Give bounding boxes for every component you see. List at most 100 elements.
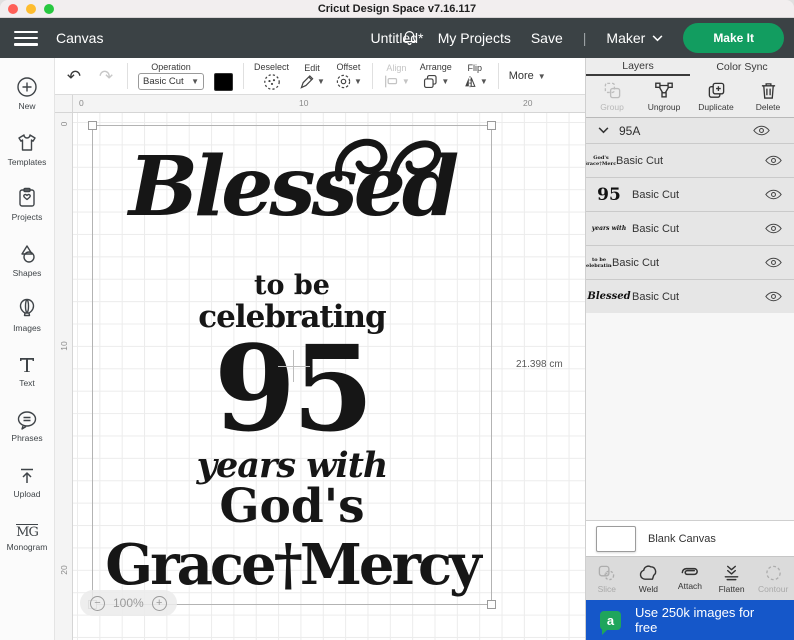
color-swatch[interactable] (214, 73, 233, 91)
zoom-control: − 100% + (80, 590, 177, 616)
more-button[interactable]: More ▼ (509, 70, 546, 82)
eye-icon (753, 125, 770, 136)
menu-icon[interactable] (14, 31, 38, 46)
layer-row-to-be-celebrating[interactable]: to be celebrating Basic Cut (586, 245, 794, 279)
canvas-column: ↶ ↷ Operation Basic Cut ▼ Deselect (55, 58, 585, 640)
balloon-icon (17, 298, 37, 320)
layer-thumbnail: years with (586, 225, 632, 232)
operation-select[interactable]: Basic Cut ▼ (138, 73, 204, 90)
chevron-down-icon: ▼ (480, 77, 488, 86)
nav-divider: | (583, 30, 587, 46)
selection-handle-bottom-right[interactable] (487, 600, 496, 609)
save-link[interactable]: Save (531, 30, 563, 46)
machine-selector[interactable]: Maker (606, 30, 663, 46)
paperclip-icon (679, 566, 701, 579)
flip-icon (462, 74, 478, 90)
layer-visibility-toggle[interactable] (765, 291, 782, 302)
artwork-line-blessed[interactable]: Blessed (93, 146, 491, 228)
canvas-area[interactable]: 0 10 20 Blessed (55, 113, 585, 640)
sidebar-item-images[interactable]: Images (0, 288, 54, 344)
tab-layers[interactable]: Layers (586, 58, 690, 76)
layer-row-95[interactable]: 95 Basic Cut (586, 177, 794, 211)
minimize-window-icon[interactable] (26, 4, 36, 14)
my-projects-link[interactable]: My Projects (438, 30, 511, 46)
layer-visibility-toggle[interactable] (765, 223, 782, 234)
align-button[interactable]: Align ▼ (383, 63, 410, 89)
eye-icon (765, 223, 782, 234)
upload-icon (17, 466, 37, 486)
sidebar-item-phrases[interactable]: Phrases (0, 399, 54, 455)
ruler-corner (55, 95, 73, 113)
clipboard-icon (17, 187, 37, 209)
eye-icon (765, 155, 782, 166)
redo-button[interactable]: ↷ (95, 68, 117, 85)
layer-visibility-toggle[interactable] (765, 257, 782, 268)
make-it-button[interactable]: Make It (683, 23, 784, 53)
deselect-button[interactable]: Deselect (254, 62, 289, 91)
bell-icon[interactable] (401, 29, 418, 47)
undo-button[interactable]: ↶ (63, 68, 85, 85)
group-button[interactable]: Group (586, 76, 638, 117)
sidebar-item-monogram[interactable]: MG Monogram (0, 510, 54, 566)
layer-row-grace-mercy[interactable]: God's Grace†Mercy Basic Cut (586, 143, 794, 177)
ungroup-button[interactable]: Ungroup (638, 76, 690, 117)
flatten-icon (722, 564, 741, 582)
artwork-line-95[interactable]: 95 (93, 330, 491, 448)
chevron-down-icon: ▼ (538, 72, 546, 81)
banner-text: Use 250k images for free (635, 605, 780, 635)
duplicate-button[interactable]: Duplicate (690, 76, 742, 117)
slice-button[interactable]: Slice (586, 557, 628, 600)
contour-button[interactable]: Contour (752, 557, 794, 600)
zoom-window-icon[interactable] (44, 4, 54, 14)
layer-row-blessed[interactable]: Blessed Basic Cut (586, 279, 794, 313)
canvas-grid[interactable]: Blessed to be celebrating 95 years with … (73, 113, 585, 640)
selection-bounding-box[interactable]: Blessed to be celebrating 95 years with … (92, 125, 492, 605)
sidebar-item-projects[interactable]: Projects (0, 177, 54, 233)
sidebar-item-shapes[interactable]: Shapes (0, 233, 54, 289)
sidebar-item-templates[interactable]: Templates (0, 122, 54, 178)
speech-bubble-icon (16, 410, 38, 430)
arrange-button[interactable]: Arrange ▼ (420, 62, 452, 90)
offset-icon (335, 73, 352, 90)
ungroup-icon (654, 81, 674, 100)
layer-visibility-toggle[interactable] (765, 155, 782, 166)
nav-canvas-label[interactable]: Canvas (56, 30, 103, 46)
zoom-out-icon[interactable]: − (90, 596, 105, 611)
canvas-color-swatch[interactable] (596, 526, 636, 552)
offset-button[interactable]: Offset ▼ (335, 62, 362, 90)
pencil-icon (299, 74, 315, 90)
weld-button[interactable]: Weld (628, 557, 670, 600)
close-window-icon[interactable] (8, 4, 18, 14)
sidebar-item-text[interactable]: Text (0, 344, 54, 400)
artwork-line-grace-mercy[interactable]: Grace†Mercy (93, 537, 491, 593)
layer-thumbnail: God's Grace†Mercy (586, 155, 616, 167)
artwork-line-gods[interactable]: God's (93, 483, 491, 530)
selection-handle-top-right[interactable] (487, 121, 496, 130)
shapes-icon (16, 243, 38, 265)
tab-color-sync[interactable]: Color Sync (690, 58, 794, 76)
tshirt-icon (16, 132, 38, 154)
artwork-line-years-with[interactable]: years with (93, 448, 491, 483)
layer-row-years-with[interactable]: years with Basic Cut (586, 211, 794, 245)
flip-button[interactable]: Flip ▼ (462, 63, 488, 90)
duplicate-icon (707, 81, 726, 100)
weld-icon (639, 564, 658, 582)
macos-titlebar: Cricut Design Space v7.16.117 (0, 0, 794, 18)
edit-button[interactable]: Edit ▼ (299, 63, 325, 90)
eye-icon (765, 257, 782, 268)
traffic-lights (8, 4, 54, 14)
vertical-ruler: 0 10 20 (55, 113, 73, 640)
layer-visibility-toggle[interactable] (753, 125, 770, 136)
flatten-button[interactable]: Flatten (711, 557, 753, 600)
artwork-line-to-be[interactable]: to be (93, 272, 491, 299)
layer-visibility-toggle[interactable] (765, 189, 782, 200)
selection-handle-top-left[interactable] (88, 121, 97, 130)
delete-button[interactable]: Delete (742, 76, 794, 117)
access-promo-banner[interactable]: a Use 250k images for free (586, 600, 794, 640)
layer-group-row[interactable]: 95A (586, 118, 794, 143)
zoom-in-icon[interactable]: + (152, 596, 167, 611)
sidebar-item-new[interactable]: New (0, 66, 54, 122)
sidebar-item-upload[interactable]: Upload (0, 455, 54, 511)
attach-button[interactable]: Attach (669, 557, 711, 600)
cricut-access-icon: a (600, 611, 621, 630)
